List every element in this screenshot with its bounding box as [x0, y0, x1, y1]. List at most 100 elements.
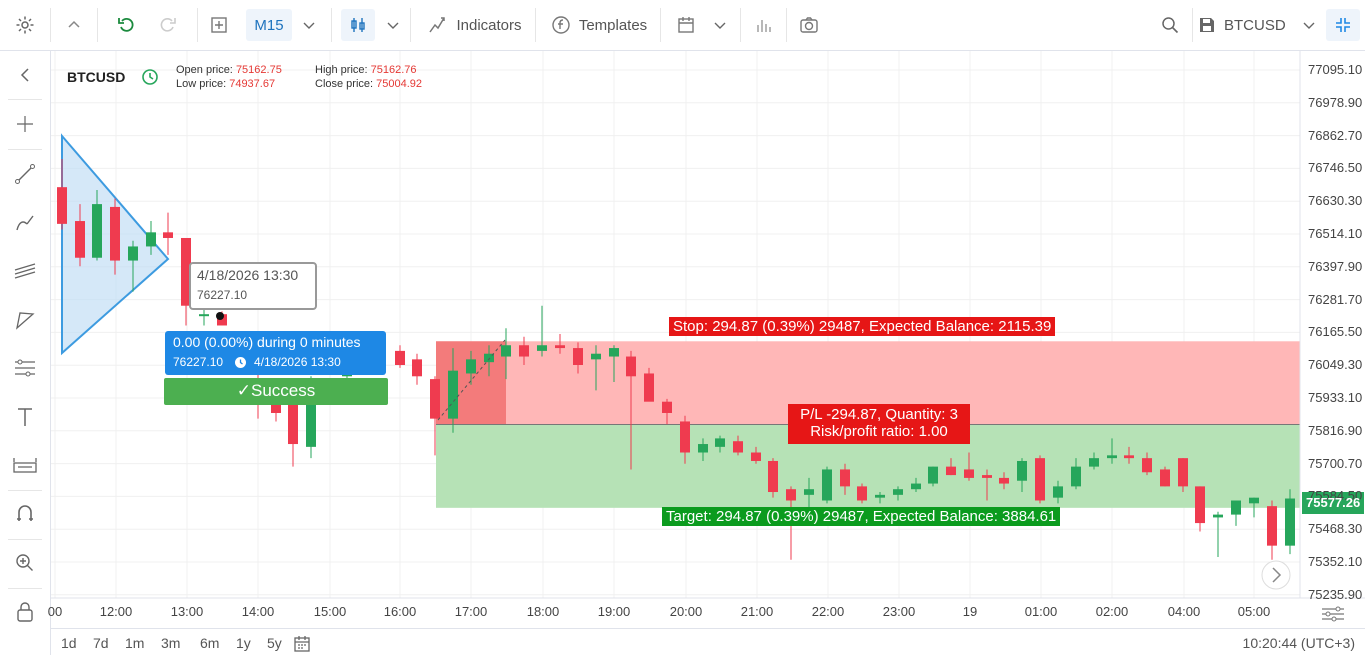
calendar-icon[interactable]: [672, 0, 700, 50]
range-button-7d[interactable]: 7d: [93, 635, 109, 651]
candle-down: [1160, 469, 1170, 487]
templates-button[interactable]: Templates: [543, 0, 655, 50]
lock-icon[interactable]: [0, 590, 50, 634]
settings-gear-icon[interactable]: [0, 0, 50, 50]
undo-icon[interactable]: [110, 0, 144, 50]
price-axis-label: 76746.50: [1308, 160, 1363, 176]
candle-up: [715, 438, 725, 447]
price-axis-label: 75235.90: [1308, 586, 1363, 602]
time-axis-label: 01:00: [1024, 604, 1058, 619]
candle-down: [1142, 458, 1152, 473]
symbol-chevron-down-icon: [1303, 22, 1315, 29]
timeframe-chevron-down-icon[interactable]: [297, 0, 321, 50]
time-axis-label: 15:00: [313, 604, 347, 619]
market-clock-icon: [142, 69, 158, 85]
scroll-right-button[interactable]: [1261, 560, 1291, 590]
candle-down: [271, 404, 281, 413]
candle-up: [501, 345, 511, 357]
date-range-calendar-icon[interactable]: [293, 635, 311, 653]
collapse-chevron-up-icon[interactable]: [52, 0, 96, 50]
candle-down: [999, 477, 1009, 484]
range-button-1y[interactable]: 1y: [236, 635, 251, 651]
crosshair-icon[interactable]: [0, 102, 50, 146]
range-button-1m[interactable]: 1m: [125, 635, 144, 651]
top-toolbar: M15 Indicators Templates BTCUSD: [0, 0, 1365, 51]
axis-settings-sliders-icon[interactable]: [1322, 606, 1344, 622]
low-price: Low price: 74937.67: [176, 78, 276, 90]
stop-label[interactable]: Stop: 294.87 (0.39%) 29487, Expected Bal…: [669, 317, 1056, 336]
price-tooltip: 4/18/2026 13:30 76227.10: [189, 262, 317, 310]
candle-down: [946, 466, 956, 476]
price-axis-label: 76397.90: [1308, 258, 1363, 274]
current-price-label: 75577.26: [1306, 495, 1361, 510]
candle-up: [1249, 497, 1259, 504]
candle-down: [982, 475, 992, 478]
redo-icon[interactable]: [150, 0, 184, 50]
search-icon[interactable]: [1155, 0, 1185, 50]
candle-down: [1035, 458, 1045, 501]
symbol-label: BTCUSD: [1224, 16, 1286, 34]
fibonacci-levels-icon[interactable]: [0, 346, 50, 390]
indicators-button[interactable]: Indicators: [420, 0, 530, 50]
legend-symbol: BTCUSD: [67, 69, 126, 85]
pl-value: P/L -294.87, Quantity: 3: [800, 406, 958, 423]
candle-up: [875, 494, 885, 498]
candles-chart-type-icon[interactable]: [341, 9, 375, 41]
time-axis-label: 04:00: [1167, 604, 1201, 619]
range-button-6m[interactable]: 6m: [200, 635, 219, 651]
candle-down: [573, 348, 583, 366]
candle-down: [430, 379, 440, 419]
parallel-channel-icon[interactable]: [0, 249, 50, 293]
candle-down: [57, 187, 67, 224]
target-label[interactable]: Target: 294.87 (0.39%) 29487, Expected B…: [662, 507, 1061, 526]
candle-up: [928, 466, 938, 484]
magnet-icon[interactable]: [0, 492, 50, 536]
bottom-bar: 1d 7d 1m 3m 6m 1y 5y 10:20:44 (UTC+3): [51, 628, 1365, 656]
candle-down: [768, 460, 778, 493]
polygon-shape-icon[interactable]: [0, 298, 50, 342]
candle-down: [1178, 458, 1188, 487]
bars-volume-icon[interactable]: [750, 0, 778, 50]
time-axis-label: 18:00: [526, 604, 560, 619]
calendar-chevron-down-icon[interactable]: [708, 0, 732, 50]
text-tool-icon[interactable]: [0, 395, 50, 439]
price-axis-label: 75468.30: [1308, 521, 1363, 537]
candle-down: [412, 359, 422, 377]
add-plus-square-icon[interactable]: [204, 0, 234, 50]
price-axis-label: 75816.90: [1308, 422, 1363, 438]
candle-up: [1017, 460, 1027, 481]
open-price: Open price: 75162.75: [176, 64, 282, 76]
range-button-3m[interactable]: 3m: [161, 635, 180, 651]
range-button-5y[interactable]: 5y: [267, 635, 282, 651]
candle-down: [733, 441, 743, 453]
measure-price: 76227.10: [173, 355, 224, 369]
candle-down: [110, 206, 120, 261]
candle-down: [964, 469, 974, 478]
trend-line-icon[interactable]: [0, 152, 50, 196]
save-floppy-icon: [1200, 18, 1214, 32]
tooltip-date: 4/18/2026 13:30: [197, 267, 299, 283]
candle-up: [591, 353, 601, 360]
time-axis-label: 13:00: [170, 604, 204, 619]
brush-pen-icon[interactable]: [0, 201, 50, 245]
time-axis-label: 22:00: [811, 604, 845, 619]
price-axis-label: 76862.70: [1308, 127, 1363, 143]
candle-up: [911, 483, 921, 490]
range-button-1d[interactable]: 1d: [61, 635, 77, 651]
candle-up: [466, 359, 476, 374]
camera-screenshot-icon[interactable]: [794, 0, 824, 50]
date-range-measure-icon[interactable]: [0, 443, 50, 487]
symbol-selector[interactable]: BTCUSD: [1198, 0, 1318, 50]
candle-down: [840, 469, 850, 487]
chart-type-chevron-down-icon[interactable]: [381, 0, 405, 50]
candle-down: [519, 345, 529, 357]
price-axis-label: 76514.10: [1308, 226, 1363, 241]
zoom-in-icon[interactable]: [0, 541, 50, 585]
price-axis-label: 76978.90: [1308, 94, 1363, 110]
fullscreen-collapse-icon[interactable]: [1326, 9, 1360, 41]
candle-down: [662, 401, 672, 413]
time-axis-label: 21:00: [740, 604, 774, 619]
timeframe-button[interactable]: M15: [246, 9, 292, 41]
back-chevron-left-icon[interactable]: [0, 53, 50, 97]
pl-label: P/L -294.87, Quantity: 3 Risk/profit rat…: [788, 404, 970, 444]
